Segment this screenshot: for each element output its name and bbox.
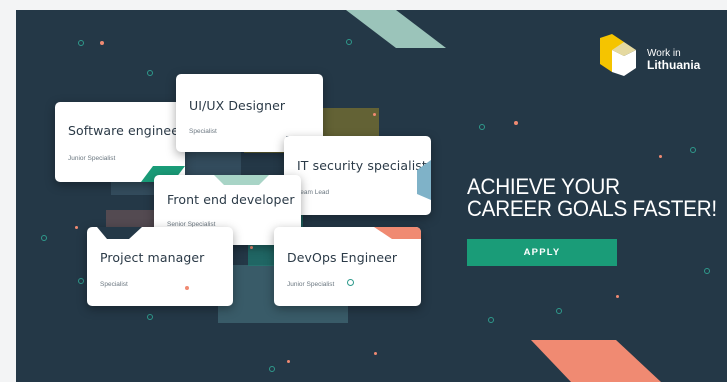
- decorative-dot: [250, 246, 253, 249]
- headline-line2: CAREER GOALS FASTER!: [467, 196, 717, 221]
- decorative-ring: [269, 366, 275, 372]
- job-level: Specialist: [189, 128, 217, 135]
- work-in-lithuania-logo[interactable]: Work in Lithuania: [598, 34, 718, 80]
- decorative-dot: [287, 360, 290, 363]
- job-card-devops-engineer[interactable]: DevOps Engineer Junior Specialist: [274, 227, 421, 306]
- decorative-ring: [556, 308, 562, 314]
- card-corner-shape: [214, 175, 269, 185]
- decorative-ring: [78, 278, 84, 284]
- decorative-ring: [147, 314, 153, 320]
- decorative-ring: [347, 279, 354, 286]
- job-title: Software engineer: [68, 123, 185, 138]
- decorative-dot: [185, 286, 189, 290]
- decorative-ring: [704, 268, 710, 274]
- decorative-ring: [479, 124, 485, 130]
- decorative-ring: [78, 40, 84, 46]
- job-level: Junior Specialist: [68, 155, 116, 162]
- headline: ACHIEVE YOUR CAREER GOALS FASTER!: [467, 174, 717, 221]
- job-card-software-engineer[interactable]: Software engineer Junior Specialist: [55, 102, 185, 182]
- decorative-ring: [488, 317, 494, 323]
- logo-mark-icon: [600, 34, 636, 76]
- job-card-project-manager[interactable]: Project manager Specialist: [87, 227, 233, 306]
- decorative-dot: [514, 121, 518, 125]
- decorative-dot: [75, 226, 78, 229]
- decorative-ring: [690, 147, 696, 153]
- job-title: Front end developer: [167, 192, 295, 207]
- decorative-dot: [100, 41, 104, 45]
- job-title: IT security specialist: [297, 158, 427, 173]
- decorative-ring: [41, 235, 47, 241]
- job-title: UI/UX Designer: [189, 98, 286, 113]
- decorative-dot: [374, 352, 377, 355]
- job-level: Specialist: [100, 281, 128, 288]
- card-corner-shape: [374, 227, 421, 239]
- card-corner-shape: [97, 227, 142, 239]
- job-level: Junior Specialist: [287, 281, 335, 288]
- job-ad-banner[interactable]: Software engineer Junior Specialist UI/U…: [16, 10, 727, 382]
- headline-line1: ACHIEVE YOUR: [467, 174, 620, 199]
- apply-button[interactable]: APPLY: [467, 239, 617, 266]
- decorative-dot: [616, 295, 619, 298]
- job-card-it-security-specialist[interactable]: IT security specialist Team Lead: [284, 136, 431, 215]
- card-corner-shape: [417, 160, 431, 200]
- decorative-ring: [147, 70, 153, 76]
- decorative-dot: [373, 113, 376, 116]
- job-level: Team Lead: [297, 189, 330, 196]
- logo-text-line2: Lithuania: [647, 58, 701, 72]
- job-title: DevOps Engineer: [287, 250, 398, 265]
- job-title: Project manager: [100, 250, 205, 265]
- decorative-ring: [346, 39, 352, 45]
- decorative-dot: [659, 155, 662, 158]
